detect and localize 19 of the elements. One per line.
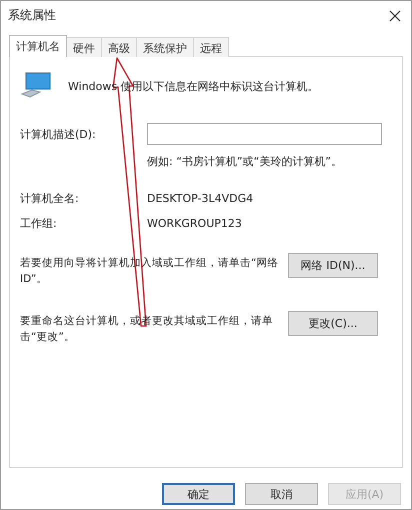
tab[interactable]: 计算机名 <box>9 35 67 57</box>
hint-text: 例如: “书房计算机”或“美玲的计算机”。 <box>147 154 343 169</box>
description-field[interactable] <box>147 123 382 145</box>
action-button[interactable]: 网络 ID(N)... <box>288 253 378 278</box>
dialog-button[interactable]: 取消 <box>245 483 318 505</box>
info-label: 计算机全名: <box>20 191 80 206</box>
info-value: WORKGROUP123 <box>147 217 242 230</box>
tab[interactable]: 硬件 <box>66 37 102 57</box>
computer-icon <box>20 72 52 100</box>
action-button[interactable]: 更改(C)... <box>288 311 378 336</box>
close-icon[interactable] <box>389 10 401 22</box>
info-label: 工作组: <box>20 216 58 231</box>
tab[interactable]: 高级 <box>101 37 137 57</box>
tab[interactable]: 系统保护 <box>136 37 194 57</box>
dialog-button[interactable]: 确定 <box>162 483 235 505</box>
window-title: 系统属性 <box>8 7 56 24</box>
info-value: DESKTOP-3L4VDG4 <box>147 192 254 205</box>
field-label: 计算机描述(D): <box>20 126 97 142</box>
tab[interactable]: 远程 <box>193 37 229 57</box>
